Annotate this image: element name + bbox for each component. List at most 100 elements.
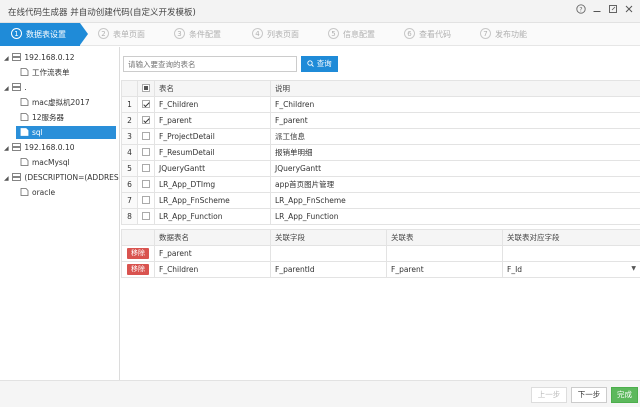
minimize-icon[interactable]	[590, 4, 604, 18]
footer-bar: 上一步 下一步 完成	[0, 380, 640, 407]
remove-button[interactable]: 移除	[127, 248, 149, 259]
tree-node-database[interactable]: mac虚拟机2017	[20, 96, 90, 109]
expand-icon[interactable]: ◢	[4, 172, 10, 185]
step-label: 数据表设置	[26, 30, 66, 39]
step-label: 查看代码	[419, 30, 451, 39]
step-info-config[interactable]: 5 信息配置	[328, 23, 375, 46]
description-cell: F_parent	[270, 112, 640, 129]
database-icon	[20, 98, 29, 106]
table-row[interactable]: 5 JQueryGantt JQueryGantt	[121, 160, 640, 177]
table-row[interactable]: 4 F_ResumDetail 报销单明细	[121, 144, 640, 161]
description-cell: 派工信息	[270, 128, 640, 145]
table-row[interactable]: 2 F_parent F_parent	[121, 112, 640, 129]
server-icon	[12, 53, 22, 61]
title-bar: 在线代码生成器 并自动创建代码(自定义开发模板) ?	[0, 0, 640, 23]
close-icon[interactable]	[622, 4, 636, 18]
server-icon	[12, 83, 22, 91]
row-checkbox[interactable]	[137, 192, 155, 209]
step-label: 表单页面	[113, 30, 145, 39]
relation-table-cell[interactable]: F_parent	[386, 261, 503, 278]
tree-node-server[interactable]: ◢ 192.168.0.10	[4, 141, 75, 154]
step-view-code[interactable]: 6 查看代码	[404, 23, 451, 46]
table-row[interactable]: 7 LR_App_FnScheme LR_App_FnScheme	[121, 192, 640, 209]
table-name-cell: F_ResumDetail	[154, 144, 271, 161]
next-step-button[interactable]: 下一步	[571, 387, 607, 403]
table-name-cell: LR_App_FnScheme	[154, 192, 271, 209]
step-label: 列表页面	[267, 30, 299, 39]
tree-node-label: (DESCRIPTION=(ADDRESS=(	[24, 173, 119, 182]
row-checkbox[interactable]	[137, 176, 155, 193]
step-list-page[interactable]: 4 列表页面	[252, 23, 299, 46]
tree-node-server[interactable]: ◢ 192.168.0.12	[4, 51, 75, 64]
row-number: 6	[121, 176, 138, 193]
database-icon	[20, 113, 29, 121]
step-form-page[interactable]: 2 表单页面	[98, 23, 145, 46]
remove-cell: 移除	[121, 245, 155, 262]
step-condition-config[interactable]: 3 条件配置	[174, 23, 221, 46]
step-label: 发布功能	[495, 30, 527, 39]
tree-node-label: 192.168.0.12	[24, 53, 75, 62]
table-row[interactable]: 3 F_ProjectDetail 派工信息	[121, 128, 640, 145]
finish-button[interactable]: 完成	[611, 387, 638, 403]
tree-node-database[interactable]: macMysql	[20, 156, 70, 169]
expand-icon[interactable]: ◢	[4, 52, 10, 65]
relation-row: 移除 F_Children F_parentId F_parent F_Id ▼	[121, 261, 640, 278]
table-name-cell: LR_App_DTImg	[154, 176, 271, 193]
step-table-settings[interactable]: 1 数据表设置	[0, 23, 80, 46]
server-icon	[12, 173, 22, 181]
description-cell: JQueryGantt	[270, 160, 640, 177]
row-checkbox[interactable]	[137, 96, 155, 113]
tree-node-label: macMysql	[32, 158, 70, 167]
expand-icon[interactable]: ◢	[4, 142, 10, 155]
expand-icon[interactable]: ◢	[4, 82, 10, 95]
maximize-icon[interactable]	[606, 4, 620, 18]
column-header-data-table: 数据表名	[154, 229, 271, 246]
tree-node-database[interactable]: 工作流表单	[20, 66, 70, 79]
tree-node-label: 192.168.0.10	[24, 143, 75, 152]
relation-table-field-cell[interactable]	[502, 245, 640, 262]
help-icon[interactable]: ?	[574, 4, 588, 18]
description-cell: LR_App_Function	[270, 208, 640, 225]
tree-node-server[interactable]: ◢ (DESCRIPTION=(ADDRESS=(	[4, 171, 119, 185]
select-all-checkbox[interactable]	[137, 80, 155, 97]
table-name-cell: F_parent	[154, 112, 271, 129]
row-number: 5	[121, 160, 138, 177]
remove-button[interactable]: 移除	[127, 264, 149, 275]
row-checkbox[interactable]	[137, 112, 155, 129]
data-table-cell: F_parent	[154, 245, 271, 262]
row-checkbox[interactable]	[137, 160, 155, 177]
tree-node-server[interactable]: ◢ .	[4, 81, 27, 94]
relation-field-cell[interactable]: F_parentId	[270, 261, 387, 278]
tree-node-label: 工作流表单	[32, 68, 70, 77]
chevron-down-icon[interactable]: ▼	[631, 265, 636, 272]
tree-node-database[interactable]: 12服务器	[20, 111, 64, 124]
row-checkbox[interactable]	[137, 208, 155, 225]
description-cell: LR_App_FnScheme	[270, 192, 640, 209]
step-number: 3	[174, 28, 185, 39]
step-number: 6	[404, 28, 415, 39]
table-row[interactable]: 1 F_Children F_Children	[121, 96, 640, 113]
relation-table-cell[interactable]	[386, 245, 503, 262]
prev-step-button[interactable]: 上一步	[531, 387, 567, 403]
relation-table-field-select[interactable]: F_Id ▼	[502, 261, 640, 278]
window-title: 在线代码生成器 并自动创建代码(自定义开发模板)	[8, 8, 196, 18]
wizard-steps: 1 数据表设置 2 表单页面 3 条件配置 4 列表页面 5 信息配置 6 查看代码 7 发布…	[0, 23, 640, 46]
row-number: 7	[121, 192, 138, 209]
step-publish[interactable]: 7 发布功能	[480, 23, 527, 46]
row-checkbox[interactable]	[137, 128, 155, 145]
data-table-cell: F_Children	[154, 261, 271, 278]
search-input[interactable]	[123, 56, 297, 72]
step-number: 7	[480, 28, 491, 39]
row-checkbox[interactable]	[137, 144, 155, 161]
search-button[interactable]: 查询	[301, 56, 338, 72]
svg-text:?: ?	[579, 6, 582, 13]
database-tree: ◢ 192.168.0.12 工作流表单 ◢ . mac虚拟机2017 12服务…	[0, 47, 120, 380]
table-name-cell: F_ProjectDetail	[154, 128, 271, 145]
tree-node-database[interactable]: oracle	[20, 186, 55, 199]
search-button-label: 查询	[316, 59, 332, 68]
step-number: 2	[98, 28, 109, 39]
table-row[interactable]: 6 LR_App_DTImg app首页图片管理	[121, 176, 640, 193]
tree-node-database-selected[interactable]: sql	[16, 126, 116, 139]
table-row[interactable]: 8 LR_App_Function LR_App_Function	[121, 208, 640, 225]
relation-field-cell[interactable]	[270, 245, 387, 262]
